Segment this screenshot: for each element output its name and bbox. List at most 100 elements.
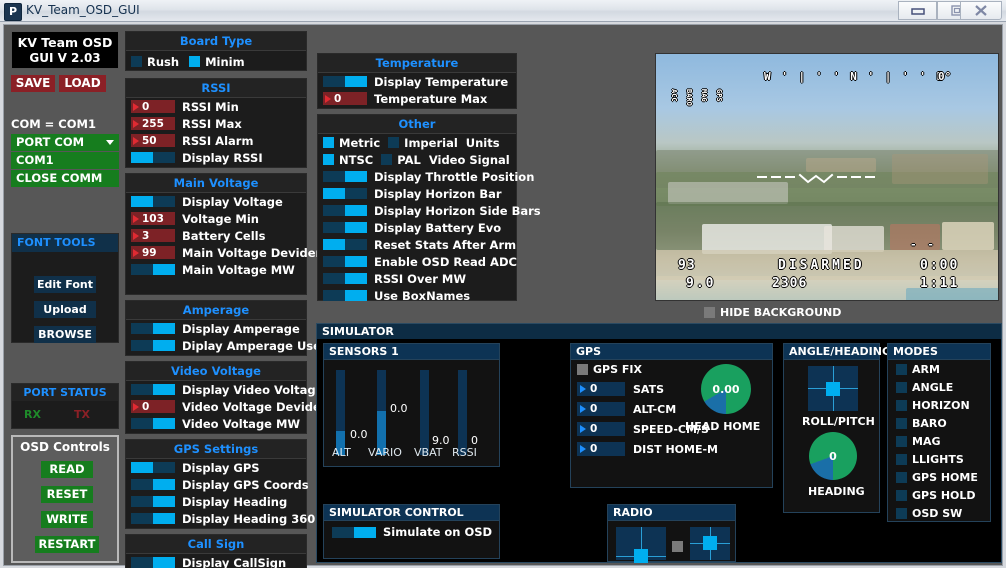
heading-gauge[interactable]: 0 — [809, 432, 857, 480]
roll-pitch-pad[interactable] — [808, 366, 858, 411]
voltage-devider-field[interactable]: 99 — [131, 246, 175, 259]
osd-rssi-value: 93 — [678, 258, 696, 273]
display-callsign-label: Display CallSign — [182, 556, 286, 568]
table-row: Simulate on OSD — [324, 521, 499, 543]
gps-fix-checkbox[interactable] — [577, 364, 588, 375]
load-button[interactable]: LOAD — [59, 75, 106, 92]
other-title: Other — [318, 115, 516, 134]
display-heading-label: Display Heading — [182, 495, 287, 509]
reset-button[interactable]: RESET — [41, 486, 93, 503]
dist-home-value: 0 — [590, 443, 597, 455]
display-horizon-side-bars-toggle[interactable] — [323, 205, 367, 216]
table-row: 0 Temperature Max — [318, 90, 516, 107]
display-battery-evo-toggle[interactable] — [323, 222, 367, 233]
close-button[interactable] — [960, 1, 1002, 20]
port-com-dropdown[interactable]: PORT COM — [11, 134, 119, 151]
hide-background-checkbox[interactable] — [704, 307, 715, 318]
display-gps-toggle[interactable] — [131, 462, 175, 473]
slider-vario[interactable] — [377, 370, 386, 455]
mode-llights-checkbox[interactable] — [896, 454, 907, 465]
alt-cm-field[interactable]: 0 — [577, 402, 625, 416]
radio-right-stick[interactable] — [690, 527, 730, 560]
browse-button[interactable]: BROWSE — [34, 326, 96, 343]
main-voltage-mw-label: Main Voltage MW — [182, 263, 295, 277]
head-home-gauge[interactable]: 0.00 — [701, 364, 751, 414]
simulate-on-osd-toggle[interactable] — [332, 527, 376, 538]
osd-timer-2: 1:11 — [920, 276, 959, 291]
simulator-control-panel: SIMULATOR CONTROL Simulate on OSD — [323, 504, 500, 559]
mode-gps-hold-checkbox[interactable] — [896, 490, 907, 501]
radio-pal[interactable] — [381, 154, 392, 165]
mode-osd-sw-checkbox[interactable] — [896, 508, 907, 519]
amperage-title: Amperage — [126, 301, 306, 320]
radio-metric[interactable] — [323, 137, 334, 148]
radio-ntsc[interactable] — [323, 154, 334, 165]
gps-sim-panel: GPS GPS FIX 0 SATS 0 ALT-CM 0 SPEED-CM/S — [570, 343, 773, 488]
temperature-max-field[interactable]: 0 — [323, 92, 367, 105]
logo-line-2: GUI V 2.03 — [12, 51, 118, 65]
display-throttle-position-toggle[interactable] — [323, 171, 367, 182]
display-video-voltage-toggle[interactable] — [131, 384, 175, 395]
mode-horizon-checkbox[interactable] — [896, 400, 907, 411]
rssi-min-field[interactable]: 0 — [131, 100, 175, 113]
display-temperature-toggle[interactable] — [323, 76, 367, 87]
display-voltage-toggle[interactable] — [131, 196, 175, 207]
use-boxnames-toggle[interactable] — [323, 290, 367, 301]
hide-background-control[interactable]: HIDE BACKGROUND — [704, 306, 841, 319]
mode-baro-checkbox[interactable] — [896, 418, 907, 429]
write-button[interactable]: WRITE — [41, 511, 93, 528]
mode-angle-label: ANGLE — [912, 381, 953, 394]
table-row: 0 Video Voltage Devider — [126, 398, 306, 415]
main-voltage-mw-toggle[interactable] — [131, 264, 175, 275]
display-heading-360-toggle[interactable] — [131, 513, 175, 524]
reset-stats-after-arm-toggle[interactable] — [323, 239, 367, 250]
radio-left-stick[interactable] — [616, 527, 666, 560]
table-row: Display CallSign — [126, 554, 306, 568]
rssi-alarm-field[interactable]: 50 — [131, 134, 175, 147]
video-voltage-devider-field[interactable]: 0 — [131, 400, 175, 413]
enable-osd-read-adc-toggle[interactable] — [323, 256, 367, 267]
video-voltage-mw-toggle[interactable] — [131, 418, 175, 429]
sats-field[interactable]: 0 — [577, 382, 625, 396]
display-heading-toggle[interactable] — [131, 496, 175, 507]
display-amperage-used-toggle[interactable] — [131, 340, 175, 351]
slider-vbat[interactable] — [420, 370, 429, 455]
read-button[interactable]: READ — [41, 461, 93, 478]
list-item: LLIGHTS — [888, 450, 990, 468]
display-gps-coords-toggle[interactable] — [131, 479, 175, 490]
edit-font-button[interactable]: Edit Font — [34, 276, 96, 293]
voltage-min-field[interactable]: 103 — [131, 212, 175, 225]
mode-mag-label: MAG — [912, 435, 941, 448]
display-amperage-toggle[interactable] — [131, 323, 175, 334]
mode-gps-home-checkbox[interactable] — [896, 472, 907, 483]
dist-home-field[interactable]: 0 — [577, 442, 625, 456]
heading-gauge-value: 0 — [809, 432, 857, 480]
display-rssi-toggle[interactable] — [131, 152, 175, 163]
restart-button[interactable]: RESTART — [35, 536, 99, 553]
minimize-button[interactable] — [898, 1, 937, 20]
rssi-over-mw-toggle[interactable] — [323, 273, 367, 284]
radio-rush[interactable] — [131, 56, 142, 67]
display-callsign-toggle[interactable] — [131, 557, 175, 568]
list-item: BARO — [888, 414, 990, 432]
mode-mag-checkbox[interactable] — [896, 436, 907, 447]
voltage-devider-label: Main Voltage Devider — [182, 246, 321, 260]
radio-imperial[interactable] — [388, 137, 399, 148]
close-comm-button[interactable]: CLOSE COMM — [11, 170, 119, 187]
slider-rssi[interactable] — [458, 370, 467, 455]
video-signal-row: NTSC PAL Video Signal — [318, 151, 516, 168]
radio-center-checkbox[interactable] — [672, 541, 683, 552]
osd-sensor-tags: ACC BARO MAG GPS — [670, 89, 723, 106]
rssi-max-field[interactable]: 255 — [131, 117, 175, 130]
speed-cms-field[interactable]: 0 — [577, 422, 625, 436]
slider-alt[interactable] — [336, 370, 345, 455]
com-port-value[interactable]: COM1 — [11, 152, 119, 169]
video-voltage-devider-value: 0 — [142, 401, 149, 413]
save-button[interactable]: SAVE — [11, 75, 55, 92]
display-horizon-bar-toggle[interactable] — [323, 188, 367, 199]
radio-minim[interactable] — [189, 56, 200, 67]
mode-angle-checkbox[interactable] — [896, 382, 907, 393]
upload-button[interactable]: Upload — [34, 301, 96, 318]
mode-arm-checkbox[interactable] — [896, 364, 907, 375]
battery-cells-field[interactable]: 3 — [131, 229, 175, 242]
